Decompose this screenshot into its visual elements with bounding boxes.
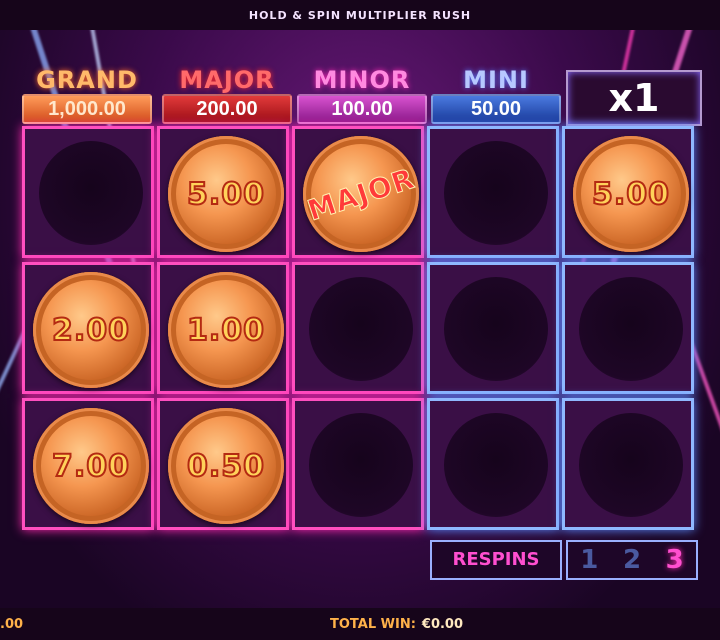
coin-value: MAJOR (303, 161, 419, 227)
coin: 1.00 (168, 272, 284, 388)
jackpot-mini: MINI 50.00 (431, 66, 561, 124)
empty-slot (579, 413, 683, 517)
respin-count-1: 1 (580, 545, 599, 575)
coin-value: 2.00 (51, 312, 131, 349)
multiplier-display: x1 (566, 70, 702, 126)
grid-cell-r0-c1: 5.00 (157, 126, 289, 258)
grid-cell-r2-c2 (292, 398, 424, 530)
game-title: HOLD & SPIN MULTIPLIER RUSH (248, 8, 472, 22)
grid-cell-r2-c3 (427, 398, 559, 530)
jackpot-grand-value: 1,000.00 (22, 94, 152, 124)
jackpot-major-value: 200.00 (162, 94, 292, 124)
jackpot-minor-value: 100.00 (297, 94, 427, 124)
jackpot-grand-label: GRAND (36, 66, 138, 94)
total-win-label: TOTAL WIN: (330, 617, 416, 632)
grid-cell-r2-c4 (562, 398, 694, 530)
jackpot-minor-label: MINOR (313, 66, 411, 94)
hold-spin-grid: 5.00 MAJOR 5.00 2.00 1.00 7.00 0.50 (22, 126, 700, 534)
respin-count-3: 3 (665, 545, 684, 575)
respin-counter: 1 2 3 (566, 540, 698, 580)
empty-slot (309, 277, 413, 381)
empty-slot (309, 413, 413, 517)
total-win-value: €0.00 (421, 617, 464, 632)
coin-value: 5.00 (186, 176, 266, 213)
jackpot-minor: MINOR 100.00 (297, 66, 427, 124)
coin-value: 0.50 (186, 448, 266, 485)
coin-value: 1.00 (186, 312, 266, 349)
coin: 7.00 (33, 408, 149, 524)
grid-cell-r0-c0 (22, 126, 154, 258)
empty-slot (579, 277, 683, 381)
grid-cell-r2-c0: 7.00 (22, 398, 154, 530)
jackpot-major-label: MAJOR (179, 66, 275, 94)
grid-cell-r0-c3 (427, 126, 559, 258)
empty-slot (444, 277, 548, 381)
coin: 5.00 (168, 136, 284, 252)
jackpot-mini-label: MINI (463, 66, 529, 94)
grid-cell-r0-c2: MAJOR (292, 126, 424, 258)
footer-bar: .00 TOTAL WIN: €0.00 (0, 608, 720, 640)
grid-cell-r1-c3 (427, 262, 559, 394)
jackpot-grand: GRAND 1,000.00 (22, 66, 152, 124)
jackpot-mini-value: 50.00 (431, 94, 561, 124)
balance-value: .00 (0, 617, 24, 632)
total-win: TOTAL WIN: €0.00 (330, 617, 463, 632)
empty-slot (444, 413, 548, 517)
game-title-bar: HOLD & SPIN MULTIPLIER RUSH (0, 0, 720, 30)
grid-cell-r1-c1: 1.00 (157, 262, 289, 394)
empty-slot (444, 141, 548, 245)
coin-value: 5.00 (591, 176, 671, 213)
grid-cell-r1-c4 (562, 262, 694, 394)
grid-cell-r0-c4: 5.00 (562, 126, 694, 258)
coin: 5.00 (573, 136, 689, 252)
grid-cell-r1-c0: 2.00 (22, 262, 154, 394)
coin-value: 7.00 (51, 448, 131, 485)
grid-cell-r1-c2 (292, 262, 424, 394)
jackpot-major: MAJOR 200.00 (162, 66, 292, 124)
coin: MAJOR (303, 136, 419, 252)
coin: 2.00 (33, 272, 149, 388)
coin: 0.50 (168, 408, 284, 524)
empty-slot (39, 141, 143, 245)
respin-count-2: 2 (622, 545, 642, 575)
respins-label: RESPINS (430, 540, 562, 580)
grid-cell-r2-c1: 0.50 (157, 398, 289, 530)
